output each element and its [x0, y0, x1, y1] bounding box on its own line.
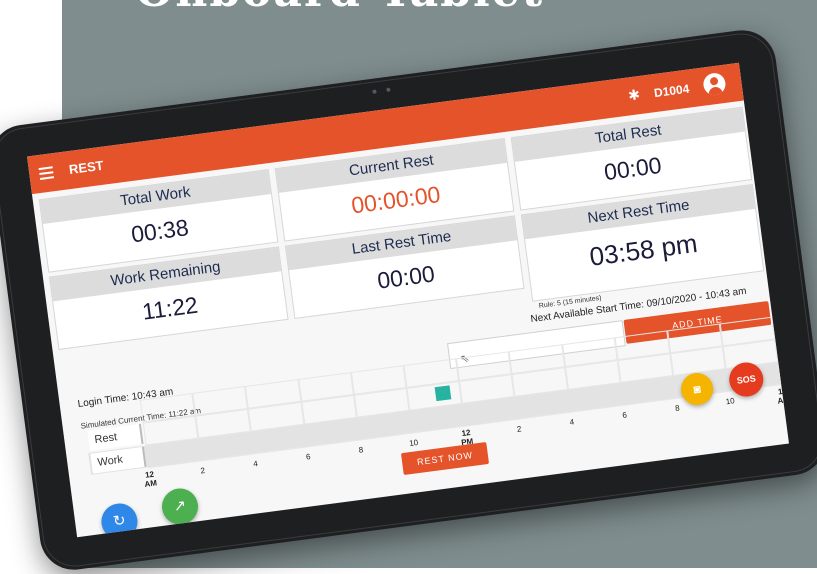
- trend-icon: ↗: [172, 496, 188, 516]
- timeline-tick-label: 6: [621, 410, 628, 420]
- app-bar-title: REST: [68, 157, 105, 178]
- timeline-tick-label: 12 AM: [144, 469, 158, 489]
- device-id: D1004: [653, 81, 691, 101]
- timeline-tick-label: 10: [408, 437, 419, 449]
- timeline-tick-label: 4: [252, 459, 259, 469]
- timeline-tick-label: 2: [199, 466, 206, 476]
- menu-icon[interactable]: [38, 166, 55, 180]
- bluetooth-off-icon[interactable]: ✱: [627, 86, 641, 104]
- timeline-tick-label: 6: [305, 452, 312, 462]
- timeline-tick-label: 4: [569, 417, 575, 427]
- refresh-icon: ↻: [112, 511, 127, 531]
- timeline-tick-label: 8: [358, 445, 364, 455]
- rest-block: [434, 385, 452, 402]
- timeline-tick-label: 10: [725, 396, 736, 407]
- camera-icon: ◙: [692, 381, 702, 397]
- timeline-tick-label: 8: [674, 403, 681, 414]
- account-circle-icon[interactable]: [702, 71, 727, 97]
- page-headline: Onboard Tablet: [135, 0, 544, 17]
- trend-button[interactable]: ↗: [159, 486, 201, 527]
- timeline-tick-label: 2: [516, 424, 522, 434]
